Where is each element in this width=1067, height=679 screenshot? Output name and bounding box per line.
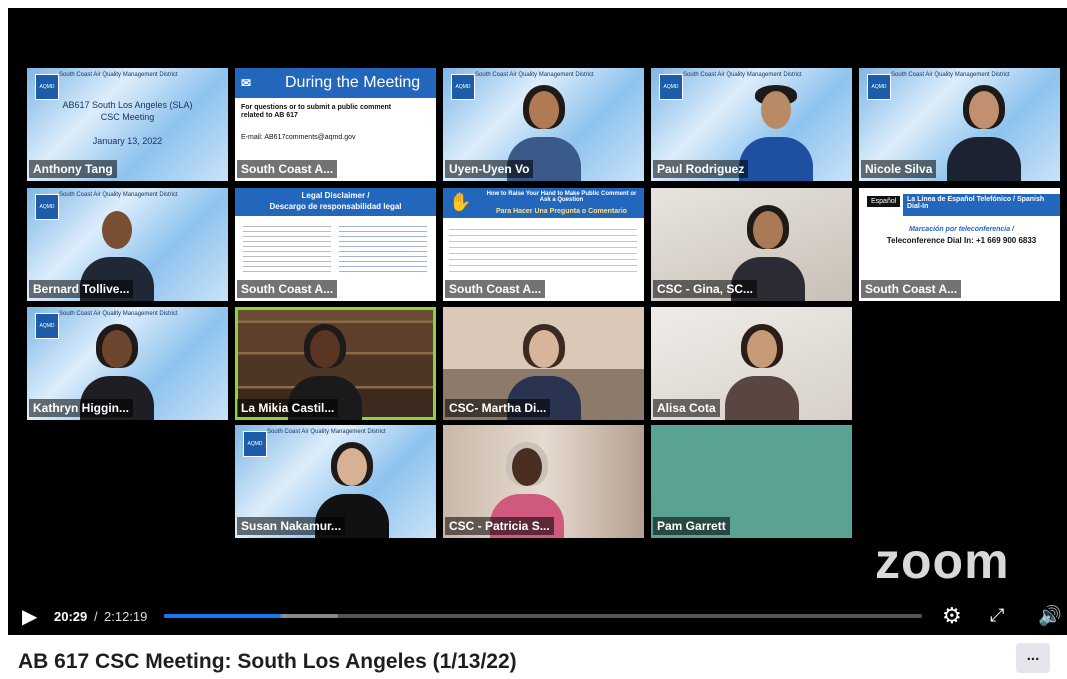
- gear-icon[interactable]: ⚙: [942, 603, 962, 629]
- participant-name: La Mikia Castil...: [237, 399, 339, 417]
- video-player[interactable]: AQMD South Coast Air Quality Management …: [8, 8, 1067, 635]
- participant-tile: CSC - Gina, SC...: [651, 188, 852, 301]
- participant-tile: AQMD South Coast Air Quality Management …: [27, 68, 228, 181]
- slide-heading: La Línea de Español Telefónico / Spanish…: [907, 196, 1045, 210]
- slide-text-block: [243, 222, 331, 272]
- raise-hand-icon: ✋: [449, 192, 472, 212]
- participant-tile: AQMD South Coast Air Quality Management …: [859, 68, 1060, 181]
- participant-tile: Legal Disclaimer / Descargo de responsab…: [235, 188, 436, 301]
- participant-tile: Pam Garrett: [651, 425, 852, 538]
- participant-tile-active-speaker: La Mikia Castil...: [235, 307, 436, 420]
- slide-banner: ✉ During the Meeting: [235, 68, 436, 98]
- slide-heading: During the Meeting: [285, 74, 421, 91]
- slide-org-header: South Coast Air Quality Management Distr…: [59, 72, 178, 78]
- participant-video: [946, 85, 1021, 181]
- slide-org-header: South Coast Air Quality Management Distr…: [475, 72, 594, 78]
- participant-video: [724, 324, 799, 420]
- participant-tile: ✉ During the Meeting For questions or to…: [235, 68, 436, 181]
- slide-heading-es: Para Hacer Una Pregunta o Comentario: [495, 208, 628, 215]
- slide-org-header: South Coast Air Quality Management Distr…: [59, 311, 178, 317]
- espanol-badge: Español: [867, 196, 901, 207]
- slide-date: January 13, 2022: [92, 136, 163, 146]
- progress-played: [164, 614, 282, 618]
- participant-name: Bernard Tollive...: [29, 280, 134, 298]
- slide-heading: Legal Disclaimer /: [301, 191, 370, 200]
- participant-name: South Coast A...: [445, 280, 546, 298]
- aqmd-logo: AQMD: [867, 74, 891, 100]
- slide-text-block: [339, 222, 427, 272]
- participant-tile: Español La Línea de Español Telefónico /…: [859, 188, 1060, 301]
- video-title: AB 617 CSC Meeting: South Los Angeles (1…: [18, 650, 517, 673]
- participant-name: South Coast A...: [861, 280, 962, 298]
- slide-title-line: CSC Meeting: [100, 112, 155, 122]
- video-controls: ▶ 20:29 / 2:12:19 ⚙ ⤢ 🔊: [8, 599, 1067, 635]
- participant-name: Kathryn Higgin...: [29, 399, 133, 417]
- participant-name: Paul Rodriguez: [653, 160, 749, 178]
- participant-tile: ✋ How to Raise Your Hand to Make Public …: [443, 188, 644, 301]
- participant-name: Pam Garrett: [653, 517, 730, 535]
- aqmd-logo: AQMD: [243, 431, 267, 457]
- slide-sub: Marcación por teleconferencia /: [908, 226, 1015, 233]
- participant-tile: AQMD South Coast Air Quality Management …: [235, 425, 436, 538]
- aqmd-logo: AQMD: [35, 74, 59, 100]
- duration: 2:12:19: [104, 609, 148, 624]
- aqmd-logo: AQMD: [659, 74, 683, 100]
- slide-dial: Teleconference Dial In: +1 669 900 6833: [886, 236, 1037, 245]
- zoom-watermark: zoom: [875, 533, 1010, 589]
- participant-name: CSC - Gina, SC...: [653, 280, 758, 298]
- aqmd-logo: AQMD: [451, 74, 475, 100]
- participant-tile: CSC - Patricia S...: [443, 425, 644, 538]
- participant-name: Alisa Cota: [653, 399, 720, 417]
- participant-video: [738, 85, 813, 181]
- participant-name: CSC - Patricia S...: [445, 517, 554, 535]
- play-icon[interactable]: ▶: [22, 604, 37, 629]
- participant-name: South Coast A...: [237, 160, 338, 178]
- participant-tile: AQMD South Coast Air Quality Management …: [27, 188, 228, 301]
- volume-icon[interactable]: 🔊: [1038, 604, 1062, 628]
- progress-bar[interactable]: [164, 614, 922, 618]
- slide-title-line: AB617 South Los Angeles (SLA): [62, 100, 193, 110]
- participant-name: South Coast A...: [237, 280, 338, 298]
- current-time: 20:29: [54, 609, 88, 624]
- aqmd-logo: AQMD: [35, 313, 59, 339]
- participant-name: Nicole Silva: [861, 160, 937, 178]
- slide-org-header: South Coast Air Quality Management Distr…: [891, 72, 1010, 78]
- slide-email: E-mail: AB617comments@aqmd.gov: [241, 134, 356, 141]
- participant-name: Susan Nakamur...: [237, 517, 346, 535]
- slide-banner: Legal Disclaimer / Descargo de responsab…: [235, 188, 436, 216]
- fullscreen-icon[interactable]: ⤢: [990, 605, 1004, 626]
- slide-org-header: South Coast Air Quality Management Distr…: [267, 429, 386, 435]
- slide-heading: How to Raise Your Hand to Make Public Co…: [486, 191, 637, 203]
- slide-banner: ✋ How to Raise Your Hand to Make Public …: [443, 188, 644, 218]
- participant-tile: Alisa Cota: [651, 307, 852, 420]
- slide-text-block: [449, 224, 637, 274]
- slide-org-header: South Coast Air Quality Management Distr…: [683, 72, 802, 78]
- time-separator: /: [94, 609, 98, 624]
- slide-org-header: South Coast Air Quality Management Distr…: [59, 192, 178, 198]
- more-options-button[interactable]: ...: [1016, 643, 1050, 673]
- participant-tile: AQMD South Coast Air Quality Management …: [443, 68, 644, 181]
- participant-name: Anthony Tang: [29, 160, 117, 178]
- slide-banner: La Línea de Español Telefónico / Spanish…: [903, 194, 1060, 216]
- aqmd-logo: AQMD: [35, 194, 59, 220]
- participant-name: Uyen-Uyen Vo: [445, 160, 534, 178]
- participant-name: CSC- Martha Di...: [445, 399, 551, 417]
- envelope-icon: ✉: [241, 76, 252, 90]
- participant-tile: AQMD South Coast Air Quality Management …: [651, 68, 852, 181]
- slide-body: For questions or to submit a public comm…: [241, 104, 392, 120]
- participant-tile: AQMD South Coast Air Quality Management …: [27, 307, 228, 420]
- participant-tile: CSC- Martha Di...: [443, 307, 644, 420]
- slide-heading: Descargo de responsabilidad legal: [269, 202, 402, 211]
